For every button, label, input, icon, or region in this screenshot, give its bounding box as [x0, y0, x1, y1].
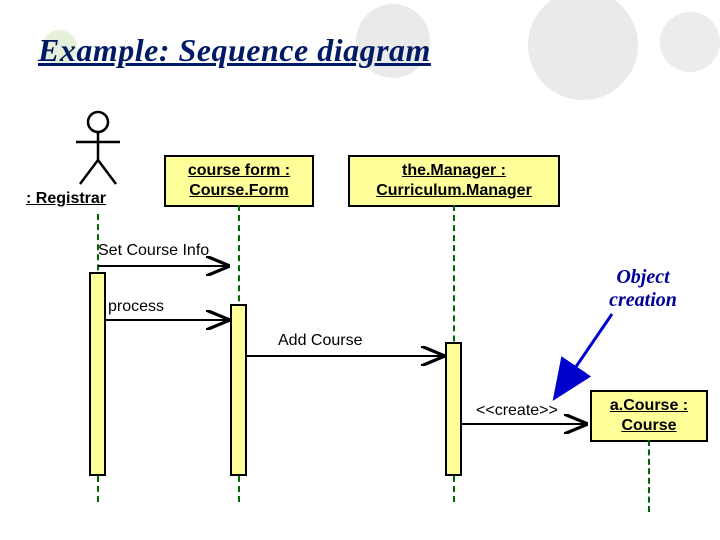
- actor-label: : Registrar: [26, 190, 106, 208]
- bg-circle-2: [528, 0, 638, 100]
- object-course: a.Course : Course: [590, 390, 708, 442]
- msg-process: process: [108, 298, 164, 316]
- msg-create: <<create>>: [476, 402, 558, 420]
- note-object-creation: Object creation: [588, 266, 698, 312]
- activation-registrar: [89, 272, 106, 476]
- note-line1: Object: [616, 266, 669, 288]
- object-course-line2: Course: [621, 417, 676, 434]
- object-manager: the.Manager : Curriculum.Manager: [348, 155, 560, 207]
- object-course-line1: a.Course :: [610, 397, 688, 414]
- msg-setcourseinfo: Set Course Info: [98, 242, 209, 260]
- object-courseform-line2: Course.Form: [189, 182, 289, 199]
- activation-manager: [445, 342, 462, 476]
- lifeline-course: [648, 440, 650, 512]
- note-line2: creation: [609, 289, 677, 311]
- object-manager-line2: Curriculum.Manager: [376, 182, 532, 199]
- msg-addcourse: Add Course: [278, 332, 363, 350]
- actor-icon: [72, 110, 124, 188]
- activation-courseform: [230, 304, 247, 476]
- bg-circle-3: [660, 12, 720, 72]
- object-courseform: course form : Course.Form: [164, 155, 314, 207]
- object-courseform-line1: course form :: [188, 162, 290, 179]
- page-title: Example: Sequence diagram: [38, 32, 431, 69]
- object-manager-line1: the.Manager :: [402, 162, 506, 179]
